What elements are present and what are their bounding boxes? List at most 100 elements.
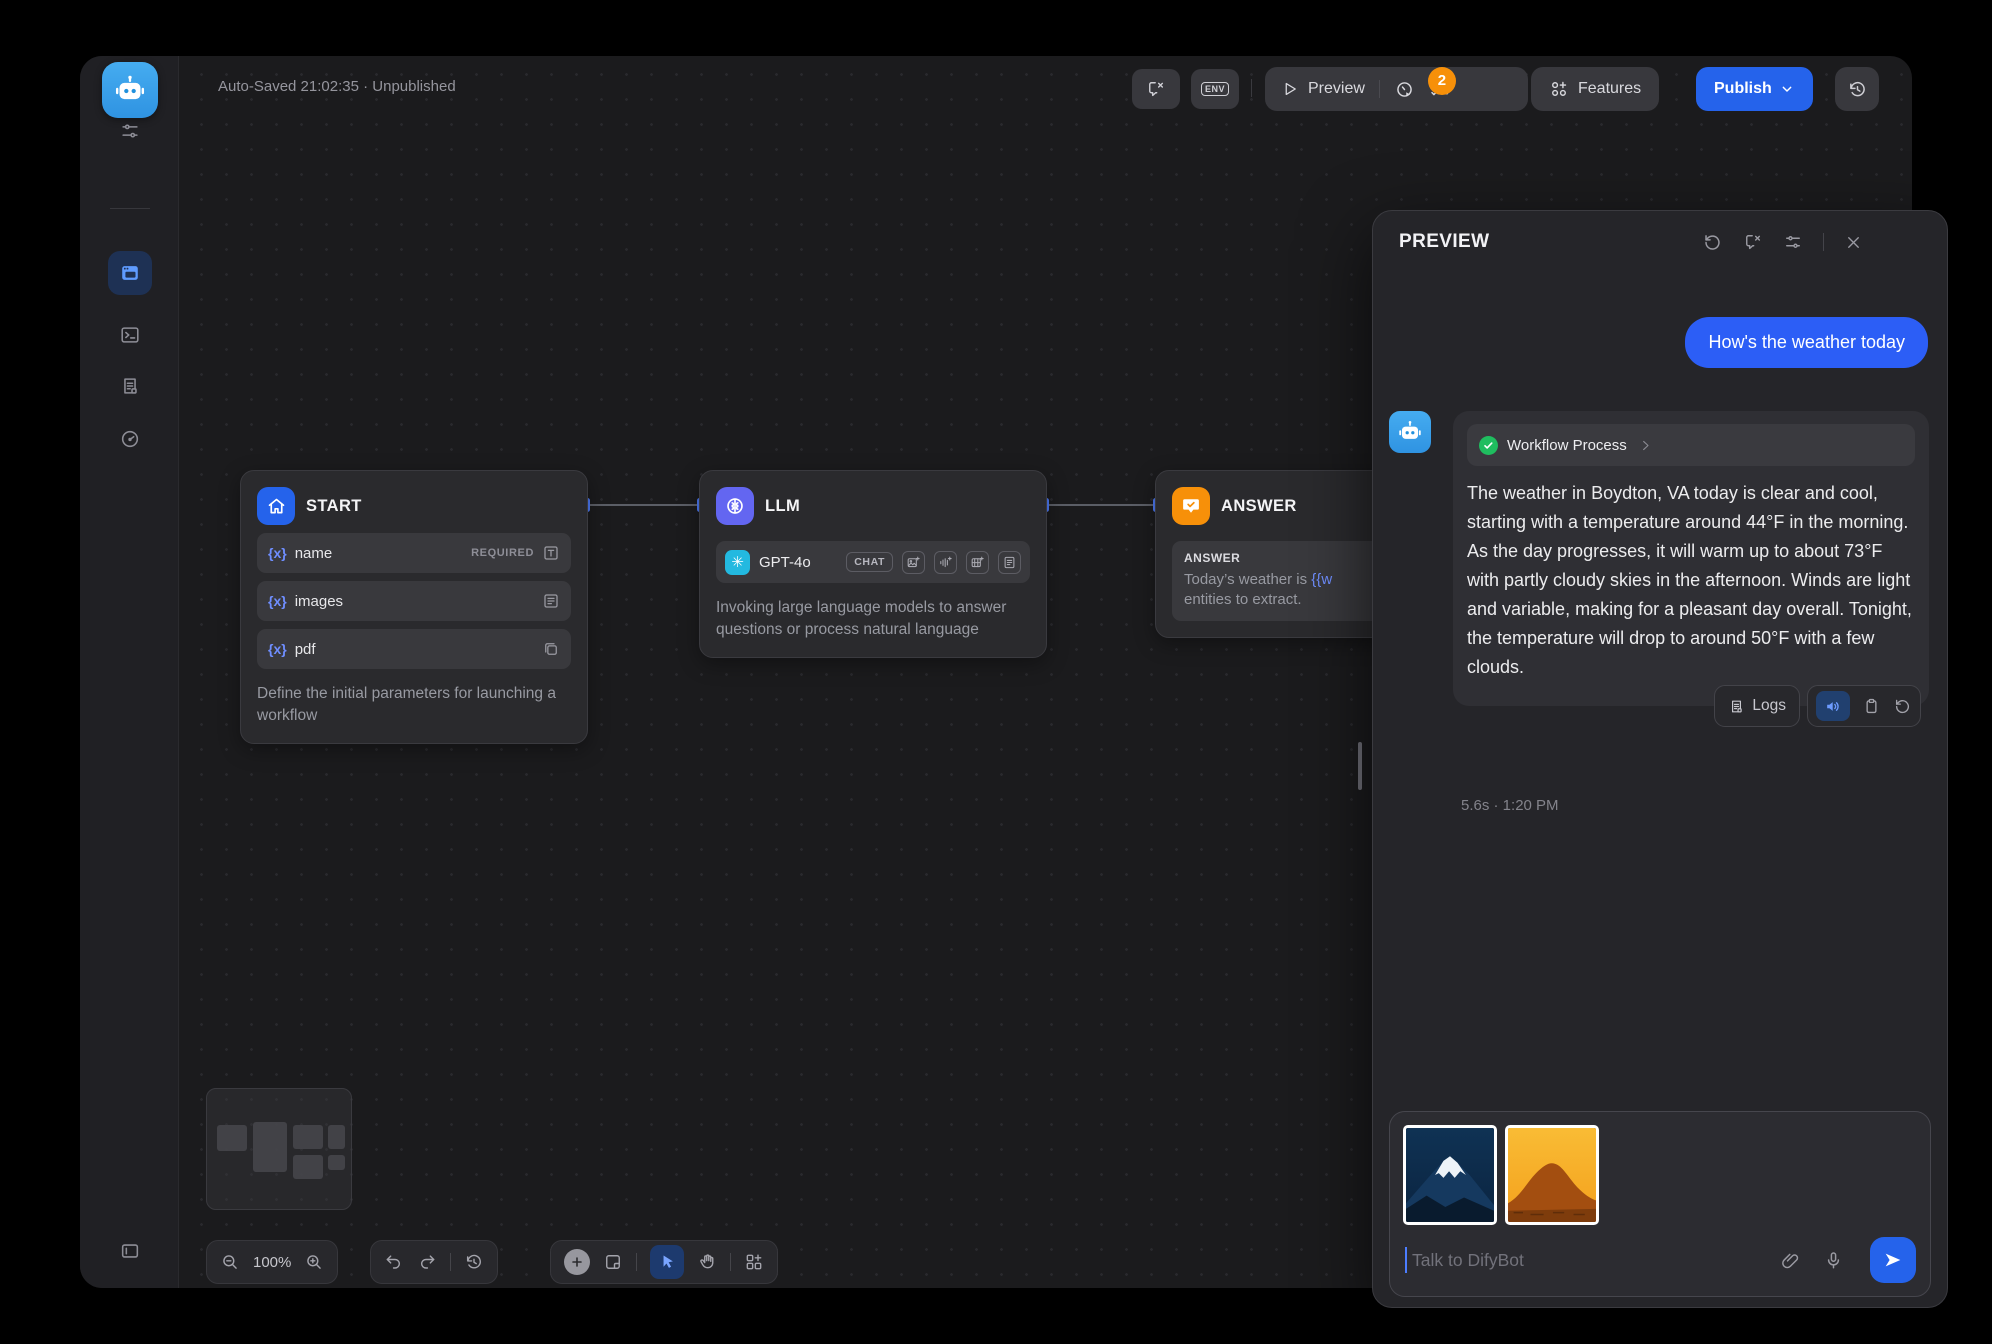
variable-name: name — [295, 545, 333, 562]
zoom-out-icon[interactable] — [220, 1252, 240, 1272]
sidebar-item-monitoring[interactable] — [108, 417, 152, 461]
answer-variable: {{w — [1311, 571, 1332, 588]
start-var-pdf[interactable]: {x} pdf — [257, 629, 571, 669]
speaker-icon[interactable] — [1816, 691, 1850, 721]
node-start[interactable]: START {x} name REQUIRED {x} images {x} p… — [240, 470, 588, 744]
document-icon — [998, 551, 1021, 574]
bot-avatar — [1389, 411, 1431, 453]
image-thumbnail-mountain-night[interactable] — [1403, 1125, 1497, 1225]
variable-name: pdf — [295, 641, 316, 658]
publish-label: Publish — [1714, 80, 1772, 98]
preview-label: Preview — [1308, 80, 1365, 98]
start-var-name[interactable]: {x} name REQUIRED — [257, 533, 571, 573]
clipboard-icon[interactable] — [1862, 697, 1881, 716]
node-title: START — [306, 497, 362, 516]
tools-icon[interactable] — [108, 109, 152, 153]
bot-message-bubble: Workflow Process The weather in Boydton,… — [1453, 411, 1929, 706]
restart-icon[interactable] — [1702, 232, 1723, 253]
model-name: GPT-4o — [759, 554, 811, 571]
message-actions: Logs — [1714, 685, 1921, 727]
home-icon — [257, 487, 295, 525]
success-check-icon — [1479, 436, 1498, 455]
publish-button[interactable]: Publish — [1696, 67, 1813, 111]
features-button[interactable]: Features — [1531, 67, 1659, 111]
variable-token: {x} — [268, 641, 287, 657]
collapse-panel-icon[interactable] — [108, 1229, 152, 1273]
bot-message-text: The weather in Boydton, VA today is clea… — [1467, 479, 1915, 682]
chat-input-row — [1405, 1236, 1916, 1284]
vision-icon — [902, 551, 925, 574]
history-controls — [370, 1240, 498, 1284]
version-history-button[interactable] — [1835, 67, 1879, 111]
answer-bubble-icon — [1172, 487, 1210, 525]
run-history-icon[interactable] — [1394, 79, 1415, 100]
run-preview-button[interactable]: Preview — [1281, 80, 1365, 98]
minimap[interactable] — [206, 1088, 352, 1210]
preview-title: PREVIEW — [1399, 231, 1489, 253]
env-icon[interactable]: ENV — [1191, 69, 1239, 109]
edge-start-llm — [588, 504, 699, 506]
preview-panel: PREVIEW How's the weather today Workflow… — [1372, 210, 1948, 1308]
regenerate-icon[interactable] — [1893, 697, 1912, 716]
hand-tool-icon[interactable] — [697, 1252, 717, 1272]
sidebar — [80, 56, 179, 1288]
robot-icon — [113, 73, 147, 107]
close-icon[interactable] — [1844, 233, 1863, 252]
node-title: ANSWER — [1221, 497, 1297, 516]
sidebar-divider — [110, 208, 150, 209]
node-start-header: START — [257, 487, 571, 525]
edge-llm-answer — [1047, 504, 1155, 506]
node-title: LLM — [765, 497, 800, 516]
organize-icon[interactable] — [744, 1252, 764, 1272]
checklist-badge: 2 — [1428, 67, 1456, 95]
add-node-icon[interactable] — [564, 1249, 590, 1275]
redo-icon[interactable] — [417, 1252, 437, 1272]
chat-input[interactable] — [1412, 1250, 1780, 1271]
preview-header: PREVIEW — [1373, 211, 1947, 273]
bot-message-row: Workflow Process The weather in Boydton,… — [1389, 411, 1929, 706]
conversation-settings-icon[interactable] — [1783, 232, 1803, 252]
sidebar-item-orchestrate[interactable] — [108, 251, 152, 295]
change-history-icon[interactable] — [464, 1252, 484, 1272]
node-llm[interactable]: LLM ✳ GPT-4o CHAT Invoking large languag… — [699, 470, 1047, 658]
paperclip-icon[interactable] — [1780, 1250, 1801, 1271]
node-tools — [550, 1240, 778, 1284]
node-llm-header: LLM — [716, 487, 1030, 525]
copy-icon — [542, 640, 560, 658]
pointer-tool-icon[interactable] — [650, 1245, 684, 1279]
clear-conversation-icon[interactable] — [1743, 232, 1763, 252]
zoom-level[interactable]: 100% — [253, 1254, 291, 1271]
start-var-images[interactable]: {x} images — [257, 581, 571, 621]
zoom-controls: 100% — [206, 1240, 338, 1284]
image-thumbnail-mountain-sunset[interactable] — [1505, 1125, 1599, 1225]
model-selector[interactable]: ✳ GPT-4o CHAT — [716, 541, 1030, 583]
answer-text-before: Today’s weather is — [1184, 571, 1311, 588]
send-button[interactable] — [1870, 1237, 1916, 1283]
add-note-icon[interactable] — [603, 1252, 623, 1272]
mic-icon[interactable] — [1823, 1250, 1844, 1271]
group-separator — [1379, 80, 1380, 98]
sidebar-item-terminal[interactable] — [108, 313, 152, 357]
logs-icon — [1728, 698, 1745, 715]
logs-button[interactable]: Logs — [1714, 685, 1800, 727]
audio-icon — [934, 551, 957, 574]
variable-token: {x} — [268, 593, 287, 609]
autosave-status: Auto-Saved 21:02:35 · Unpublished — [218, 78, 456, 95]
variable-name: images — [295, 593, 343, 610]
header-separator — [1251, 79, 1252, 97]
message-action-pill — [1807, 685, 1921, 727]
features-label: Features — [1578, 80, 1641, 98]
text-caret — [1405, 1247, 1407, 1273]
zoom-in-icon[interactable] — [304, 1252, 324, 1272]
preview-group: Preview 2 — [1265, 67, 1528, 111]
clear-chat-icon[interactable] — [1132, 69, 1180, 109]
env-label: ENV — [1201, 82, 1229, 96]
chat-mode-badge: CHAT — [846, 552, 893, 572]
checklist-button[interactable]: 2 — [1429, 79, 1450, 100]
sidebar-item-logs[interactable] — [108, 364, 152, 408]
panel-resize-handle[interactable] — [1358, 742, 1362, 790]
answer-text-after: entities to extract. — [1184, 591, 1302, 608]
openai-icon: ✳ — [725, 550, 750, 575]
undo-icon[interactable] — [384, 1252, 404, 1272]
workflow-process-toggle[interactable]: Workflow Process — [1467, 424, 1915, 466]
